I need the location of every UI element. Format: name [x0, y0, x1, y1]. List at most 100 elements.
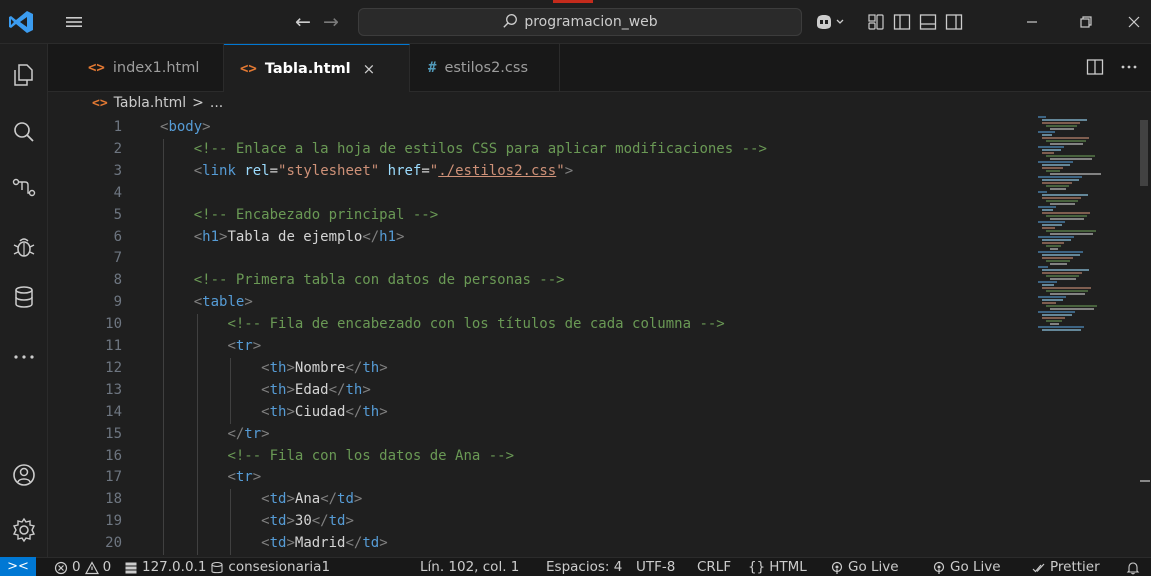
- tab-tabla-html[interactable]: <> Tabla.html ×: [224, 44, 410, 92]
- encoding[interactable]: UTF-8: [636, 558, 675, 576]
- code-line[interactable]: 5 <!-- Encabezado principal -->: [48, 205, 1028, 227]
- layout-customize-icon[interactable]: [866, 12, 886, 32]
- command-center-search[interactable]: programacion_web: [358, 8, 802, 36]
- code-line[interactable]: 16 <!-- Fila con los datos de Ana -->: [48, 446, 1028, 468]
- line-number[interactable]: 16: [88, 446, 122, 468]
- line-number[interactable]: 11: [88, 336, 122, 358]
- split-editor-icon[interactable]: [1085, 57, 1105, 77]
- settings-gear-icon[interactable]: [11, 517, 37, 543]
- code-token: href: [387, 162, 422, 179]
- line-number[interactable]: 12: [88, 358, 122, 380]
- code-line[interactable]: 8 <!-- Primera tabla con datos de persona…: [48, 270, 1028, 292]
- scrollbar-thumb[interactable]: [1140, 120, 1148, 186]
- code-line[interactable]: 12 <th>Nombre</th>: [48, 358, 1028, 380]
- explorer-icon[interactable]: [11, 62, 37, 88]
- more-actions-icon[interactable]: [1119, 57, 1139, 77]
- minimize-icon[interactable]: [1022, 12, 1042, 32]
- toggle-panel-icon[interactable]: [918, 12, 938, 32]
- notifications-bell[interactable]: [1126, 558, 1140, 576]
- toggle-sidebar-icon[interactable]: [892, 12, 912, 32]
- code-editor[interactable]: 1 <body> 2 <!-- Enlace a la hoja de estilos…: [48, 116, 1151, 557]
- line-number[interactable]: 20: [88, 533, 122, 555]
- database-icon[interactable]: [11, 284, 37, 310]
- minimap-line: [1046, 200, 1078, 202]
- code-token: </: [328, 381, 346, 398]
- tab-close-icon[interactable]: ×: [363, 60, 376, 78]
- code-line[interactable]: 7: [48, 248, 1028, 270]
- line-number[interactable]: 1: [88, 117, 122, 139]
- tab-estilos2-css[interactable]: # estilos2.css: [410, 44, 560, 92]
- minimap-line: [1042, 287, 1091, 289]
- line-number[interactable]: 19: [88, 511, 122, 533]
- code-line[interactable]: 1 <body>: [48, 117, 1028, 139]
- minimap-line: [1038, 116, 1046, 118]
- code-line[interactable]: 10 <!-- Fila de encabezado con los título…: [48, 314, 1028, 336]
- problems-indicator[interactable]: 0 0: [54, 558, 111, 576]
- code-line[interactable]: 2 <!-- Enlace a la hoja de estilos CSS pa…: [48, 139, 1028, 161]
- prettier-status[interactable]: Prettier: [1032, 558, 1100, 576]
- minimap[interactable]: [1036, 116, 1136, 346]
- breadcrumb-symbol[interactable]: ...: [210, 95, 223, 111]
- end-of-line[interactable]: CRLF: [697, 558, 731, 576]
- code-text: <!-- Encabezado principal -->: [194, 205, 438, 227]
- go-live-button-1[interactable]: Go Live: [830, 558, 899, 576]
- line-number[interactable]: 7: [88, 248, 122, 270]
- line-number[interactable]: 2: [88, 139, 122, 161]
- line-number[interactable]: 5: [88, 205, 122, 227]
- code-line[interactable]: 13 <th>Edad</th>: [48, 380, 1028, 402]
- forward-arrow-icon[interactable]: →: [320, 11, 342, 33]
- cursor-position[interactable]: Lín. 102, col. 1: [420, 558, 519, 576]
- toggle-secondary-sidebar-icon[interactable]: [944, 12, 964, 32]
- code-line[interactable]: 4: [48, 183, 1028, 205]
- minimap-line: [1042, 314, 1072, 316]
- code-line[interactable]: 6 <h1>Tabla de ejemplo</h1>: [48, 227, 1028, 249]
- code-line[interactable]: 17 <tr>: [48, 467, 1028, 489]
- breadcrumb-file[interactable]: Tabla.html: [114, 95, 187, 111]
- run-debug-icon[interactable]: [11, 234, 37, 260]
- copilot-icon[interactable]: [814, 12, 848, 32]
- code-text: <!-- Primera tabla con datos de personas…: [194, 270, 565, 292]
- minimap-line: [1046, 320, 1062, 322]
- restore-icon[interactable]: [1076, 12, 1096, 32]
- db-connection[interactable]: 127.0.0.1 consesionaria1: [124, 558, 330, 576]
- tab-label: index1.html: [112, 60, 200, 76]
- language-mode[interactable]: {} HTML: [748, 558, 807, 576]
- go-live-button-2[interactable]: Go Live: [932, 558, 1001, 576]
- code-line[interactable]: 20 <td>Madrid</td>: [48, 533, 1028, 555]
- status-bar: >< 0 0 127.0.0.1 consesionaria1 Lín. 102…: [0, 557, 1151, 576]
- close-window-icon[interactable]: [1124, 12, 1144, 32]
- accounts-icon[interactable]: [11, 462, 37, 488]
- line-number[interactable]: 4: [88, 183, 122, 205]
- line-number[interactable]: 14: [88, 402, 122, 424]
- code-text: <tr>: [227, 336, 261, 358]
- line-number[interactable]: 13: [88, 380, 122, 402]
- code-line[interactable]: 18 <td>Ana</td>: [48, 489, 1028, 511]
- more-views-icon[interactable]: [11, 344, 37, 370]
- minimap-line: [1042, 227, 1055, 229]
- back-arrow-icon[interactable]: ←: [292, 11, 314, 33]
- line-number[interactable]: 3: [88, 161, 122, 183]
- line-number[interactable]: 10: [88, 314, 122, 336]
- line-number[interactable]: 18: [88, 489, 122, 511]
- minimap-line: [1046, 140, 1086, 142]
- code-line[interactable]: 14 <th>Ciudad</th>: [48, 402, 1028, 424]
- indentation[interactable]: Espacios: 4: [546, 558, 622, 576]
- line-number[interactable]: 8: [88, 270, 122, 292]
- line-number[interactable]: 9: [88, 292, 122, 314]
- code-line[interactable]: 9 <table>: [48, 292, 1028, 314]
- remote-indicator[interactable]: ><: [0, 557, 36, 576]
- tab-index1-html[interactable]: <> index1.html: [48, 44, 224, 92]
- search-view-icon[interactable]: [11, 119, 37, 145]
- code-line[interactable]: 11 <tr>: [48, 336, 1028, 358]
- code-line[interactable]: 15 </tr>: [48, 424, 1028, 446]
- minimap-line: [1038, 221, 1065, 223]
- code-text: <th>Ciudad</th>: [261, 402, 387, 424]
- line-number[interactable]: 6: [88, 227, 122, 249]
- code-text: <!-- Enlace a la hoja de estilos CSS par…: [194, 139, 767, 161]
- code-line[interactable]: 19 <td>30</td>: [48, 511, 1028, 533]
- code-line[interactable]: 3 <link rel="stylesheet" href="./estilos2…: [48, 161, 1028, 183]
- line-number[interactable]: 17: [88, 467, 122, 489]
- menu-icon[interactable]: [64, 12, 84, 32]
- line-number[interactable]: 15: [88, 424, 122, 446]
- source-control-icon[interactable]: [11, 174, 37, 200]
